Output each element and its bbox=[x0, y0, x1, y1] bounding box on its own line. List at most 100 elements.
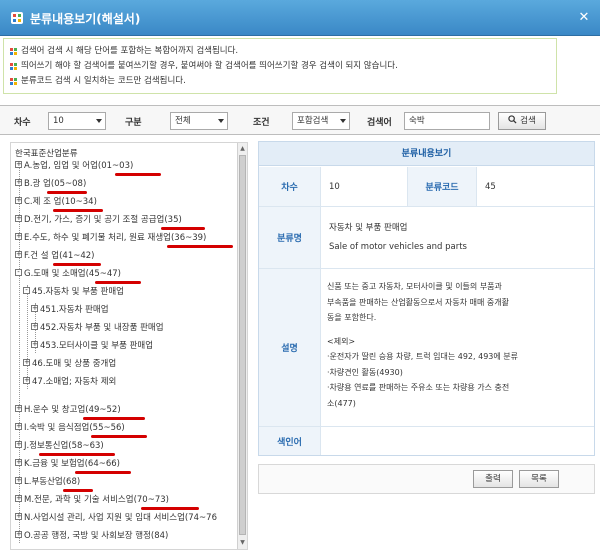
tree-node[interactable]: +451.자동차 판매업 bbox=[31, 303, 109, 317]
index-field-label: 색인어 bbox=[259, 427, 321, 455]
search-button-label: 검색 bbox=[520, 116, 536, 126]
window-titlebar: 분류내용보기(해설서) ✕ bbox=[0, 0, 600, 36]
expand-toggle-icon[interactable]: + bbox=[15, 531, 22, 538]
tree-node[interactable]: +453.모터사이클 및 부품 판매업 bbox=[31, 339, 153, 353]
expand-toggle-icon[interactable]: + bbox=[15, 161, 22, 168]
tree-node-label[interactable]: J.정보통신업(58~63) bbox=[24, 441, 104, 451]
tree-node[interactable]: + A.농업, 임업 및 어업(01~03) bbox=[15, 159, 133, 173]
expand-toggle-icon[interactable]: + bbox=[15, 477, 22, 484]
condition-select[interactable]: 포함검색 bbox=[292, 112, 350, 130]
tree-node[interactable]: + M.전문, 과학 및 기술 서비스업(70~73) bbox=[15, 493, 169, 507]
tree-node[interactable]: + C.제 조 업(10~34) bbox=[15, 195, 97, 209]
expand-toggle-icon[interactable]: + bbox=[15, 233, 22, 240]
scroll-down-icon[interactable]: ▼ bbox=[239, 539, 246, 547]
tree-node[interactable]: + O.공공 행정, 국방 및 사회보장 행정(84) bbox=[15, 529, 168, 543]
tree-node[interactable]: + B.광 업(05~08) bbox=[15, 177, 86, 191]
tree-node[interactable]: + D.전기, 가스, 증기 및 공기 조절 공급업(35) bbox=[15, 213, 182, 227]
chevron-down-icon bbox=[218, 119, 224, 123]
search-help-notice: 검색어 검색 시 해당 단어를 포함하는 복합어까지 검색됩니다. 띄어쓰기 해… bbox=[3, 38, 557, 94]
tree-node[interactable]: + I.숙박 및 음식점업(55~56) bbox=[15, 421, 125, 435]
condition-select-value: 포함검색 bbox=[297, 116, 329, 126]
tree-node-label[interactable]: D.전기, 가스, 증기 및 공기 조절 공급업(35) bbox=[24, 215, 182, 225]
highlight-underline bbox=[167, 245, 233, 248]
description-line: 부속품을 판매하는 산업활동으로서 자동차 매매 중개활 bbox=[327, 297, 509, 307]
tree-node[interactable]: + E.수도, 하수 및 폐기물 처리, 원료 재생업(36~39) bbox=[15, 231, 206, 245]
tree-node-label[interactable]: 47.소매업; 자동차 제외 bbox=[32, 377, 116, 387]
expand-toggle-icon[interactable]: + bbox=[15, 495, 22, 502]
list-button[interactable]: 목록 bbox=[519, 470, 559, 488]
tree-node-label[interactable]: B.광 업(05~08) bbox=[24, 179, 86, 189]
expand-toggle-icon[interactable]: + bbox=[15, 423, 22, 430]
chevron-down-icon bbox=[96, 119, 102, 123]
tree-scrollbar[interactable]: ▲ ▼ bbox=[237, 143, 247, 549]
name-field-label: 분류명 bbox=[259, 207, 321, 268]
tree-node[interactable]: + N.사업시설 관리, 사업 지원 및 임대 서비스업(74~76 bbox=[15, 511, 217, 525]
highlight-underline bbox=[47, 191, 87, 194]
tree-node-label[interactable]: C.제 조 업(10~34) bbox=[24, 197, 97, 207]
notice-text: 띄어쓰기 해야 할 검색어를 붙여쓰기할 경우, 붙여써야 할 검색어를 띄어쓰… bbox=[21, 61, 398, 71]
classification-tree: 한국표준산업분류 + A.농업, 임업 및 어업(01~03) + B.광 업(05… bbox=[10, 142, 248, 550]
tree-node[interactable]: + J.정보통신업(58~63) bbox=[15, 439, 104, 453]
division-select[interactable]: 전체 bbox=[170, 112, 228, 130]
search-button[interactable]: 검색 bbox=[498, 112, 546, 130]
division-label: 구분 bbox=[125, 118, 142, 128]
collapse-toggle-icon[interactable]: - bbox=[23, 287, 30, 294]
detail-row-degree: 차수 10 분류코드 45 bbox=[259, 167, 594, 207]
expand-toggle-icon[interactable]: + bbox=[15, 179, 22, 186]
action-button-bar: 출력 목록 bbox=[258, 464, 595, 494]
tree-node[interactable]: +47.소매업; 자동차 제외 bbox=[23, 375, 116, 389]
tree-node-expanded[interactable]: - G.도매 및 소매업(45~47) bbox=[15, 267, 121, 281]
keyword-input-value: 숙박 bbox=[409, 116, 425, 126]
tree-node-label[interactable]: A.농업, 임업 및 어업(01~03) bbox=[24, 161, 133, 171]
expand-toggle-icon[interactable]: + bbox=[15, 197, 22, 204]
degree-select[interactable]: 10 bbox=[48, 112, 106, 130]
tree-node-label[interactable]: 453.모터사이클 및 부품 판매업 bbox=[40, 341, 153, 351]
tree-node-label[interactable]: H.운수 및 창고업(49~52) bbox=[24, 405, 121, 415]
expand-toggle-icon[interactable]: + bbox=[23, 359, 30, 366]
tree-node-expanded[interactable]: -45.자동차 및 부품 판매업 bbox=[23, 285, 124, 299]
tree-node-label[interactable]: L.부동산업(68) bbox=[24, 477, 80, 487]
tree-node[interactable]: + L.부동산업(68) bbox=[15, 475, 80, 489]
close-icon[interactable]: ✕ bbox=[577, 11, 591, 25]
degree-field-value: 10 bbox=[329, 182, 340, 192]
tree-node-label[interactable]: K.금융 및 보험업(64~66) bbox=[24, 459, 120, 469]
tree-node-label[interactable]: I.숙박 및 음식점업(55~56) bbox=[24, 423, 125, 433]
tree-node-label[interactable]: N.사업시설 관리, 사업 지원 및 임대 서비스업(74~76 bbox=[24, 513, 217, 523]
expand-toggle-icon[interactable]: + bbox=[31, 323, 38, 330]
collapse-toggle-icon[interactable]: - bbox=[15, 269, 22, 276]
highlight-underline bbox=[53, 263, 101, 266]
tree-node[interactable]: + F.건 설 업(41~42) bbox=[15, 249, 94, 263]
tree-node-label[interactable]: 46.도매 및 상품 중개업 bbox=[32, 359, 116, 369]
expand-toggle-icon[interactable]: + bbox=[15, 441, 22, 448]
expand-toggle-icon[interactable]: + bbox=[31, 341, 38, 348]
description-line: 소(477) bbox=[327, 398, 356, 408]
expand-toggle-icon[interactable]: + bbox=[31, 305, 38, 312]
tree-node-label[interactable]: E.수도, 하수 및 폐기물 처리, 원료 재생업(36~39) bbox=[24, 233, 206, 243]
keyword-input[interactable]: 숙박 bbox=[404, 112, 490, 130]
tree-node-label[interactable]: 45.자동차 및 부품 판매업 bbox=[32, 287, 124, 297]
tree-node[interactable]: + H.운수 및 창고업(49~52) bbox=[15, 403, 121, 417]
tree-node-label[interactable]: F.건 설 업(41~42) bbox=[24, 251, 94, 261]
tree-node[interactable]: + K.금융 및 보험업(64~66) bbox=[15, 457, 120, 471]
scrollbar-thumb[interactable] bbox=[239, 155, 246, 535]
tree-node[interactable]: +452.자동차 부품 및 내장품 판매업 bbox=[31, 321, 164, 335]
tree-node[interactable]: +46.도매 및 상품 중개업 bbox=[23, 357, 116, 371]
description-text: 신품 또는 중고 자동차, 모터사이클 및 이들의 부품과 부속품을 판매하는 … bbox=[327, 279, 589, 411]
tree-node-label[interactable]: 452.자동차 부품 및 내장품 판매업 bbox=[40, 323, 164, 333]
tree-node-label[interactable]: M.전문, 과학 및 기술 서비스업(70~73) bbox=[24, 495, 169, 505]
description-line: 동을 포함한다. bbox=[327, 313, 377, 322]
classification-detail-panel: 분류내용보기 차수 10 분류코드 45 분류명 자동차 및 부품 판매업 Sa… bbox=[258, 141, 595, 456]
expand-toggle-icon[interactable]: + bbox=[15, 215, 22, 222]
expand-toggle-icon[interactable]: + bbox=[15, 513, 22, 520]
tree-node-label[interactable]: 451.자동차 판매업 bbox=[40, 305, 109, 315]
expand-toggle-icon[interactable]: + bbox=[15, 405, 22, 412]
tree-node-label[interactable]: G.도매 및 소매업(45~47) bbox=[24, 269, 121, 279]
print-button[interactable]: 출력 bbox=[473, 470, 513, 488]
expand-toggle-icon[interactable]: + bbox=[23, 377, 30, 384]
bullet-icon bbox=[10, 48, 17, 55]
expand-toggle-icon[interactable]: + bbox=[15, 251, 22, 258]
tree-node-label[interactable]: O.공공 행정, 국방 및 사회보장 행정(84) bbox=[24, 531, 168, 541]
highlight-underline bbox=[63, 489, 93, 492]
expand-toggle-icon[interactable]: + bbox=[15, 459, 22, 466]
scroll-up-icon[interactable]: ▲ bbox=[239, 145, 246, 153]
